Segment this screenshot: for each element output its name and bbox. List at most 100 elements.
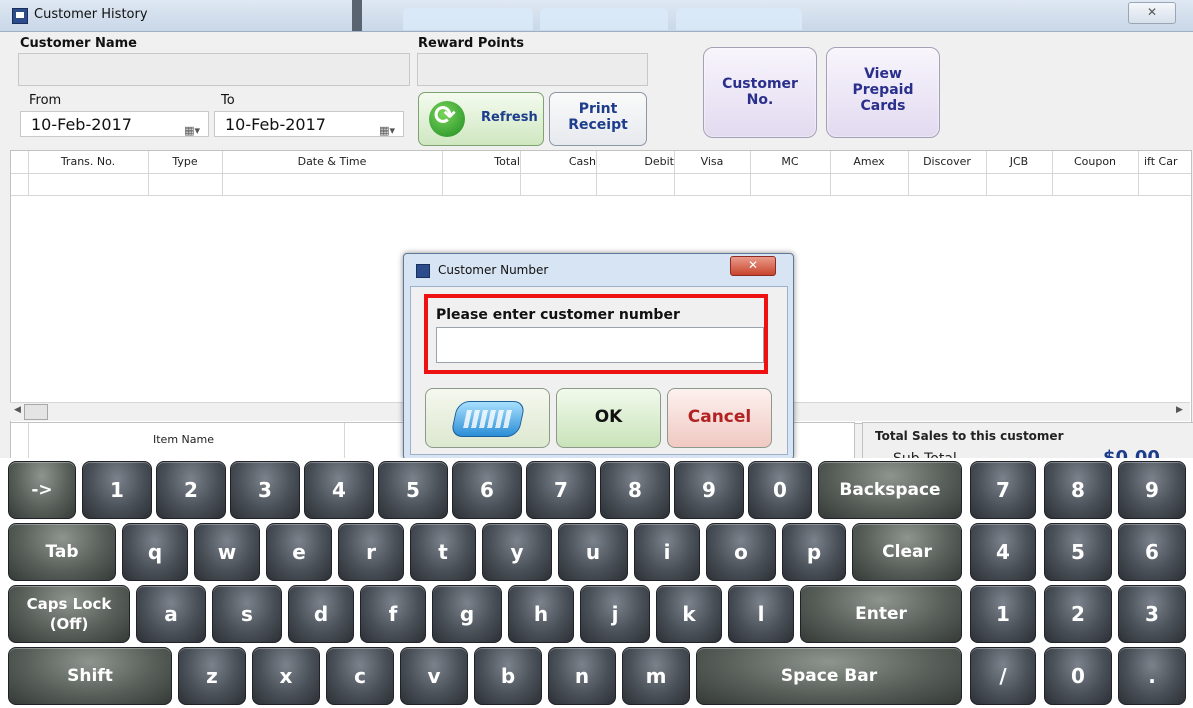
keyboard-icon <box>450 401 526 437</box>
reward-points-label: Reward Points <box>418 36 524 51</box>
ok-button[interactable]: OK <box>556 388 661 448</box>
column-header[interactable]: Debit <box>596 155 674 168</box>
numpad-7[interactable]: 7 <box>970 461 1036 519</box>
key-u[interactable]: u <box>558 523 628 581</box>
key-g[interactable]: g <box>432 585 502 643</box>
dialog-body: Please enter customer number OK Cancel <box>410 286 788 455</box>
column-header[interactable]: Amex <box>830 155 908 168</box>
key-k[interactable]: k <box>656 585 722 643</box>
numpad-0[interactable]: 0 <box>1044 647 1112 705</box>
key-q[interactable]: q <box>122 523 188 581</box>
calendar-dropdown-icon[interactable]: ▦▾ <box>379 118 395 144</box>
column-header[interactable]: Trans. No. <box>28 155 148 168</box>
column-header[interactable]: Total <box>442 155 520 168</box>
key-r[interactable]: r <box>338 523 404 581</box>
key-4[interactable]: 4 <box>304 461 374 519</box>
key-e[interactable]: e <box>266 523 332 581</box>
key-enter[interactable]: Enter <box>800 585 962 643</box>
key-backspace[interactable]: Backspace <box>818 461 962 519</box>
print-receipt-button[interactable]: Print Receipt <box>549 92 647 146</box>
reward-points-field[interactable] <box>417 53 648 86</box>
key-tab[interactable]: Tab <box>8 523 116 581</box>
numpad-period[interactable]: . <box>1118 647 1186 705</box>
app-icon <box>12 8 28 24</box>
key-f[interactable]: f <box>360 585 426 643</box>
refresh-button[interactable]: Refresh <box>418 92 544 146</box>
table-row[interactable] <box>11 173 1191 196</box>
key-space-bar[interactable]: Space Bar <box>696 647 962 705</box>
key-w[interactable]: w <box>194 523 260 581</box>
customer-name-label: Customer Name <box>20 36 137 51</box>
key-i[interactable]: i <box>634 523 700 581</box>
numpad-2[interactable]: 2 <box>1044 585 1112 643</box>
key-clear[interactable]: Clear <box>852 523 962 581</box>
view-prepaid-cards-button[interactable]: View Prepaid Cards <box>826 47 940 138</box>
customer-number-input[interactable] <box>436 327 764 363</box>
dialog-close-button[interactable]: ✕ <box>730 256 776 276</box>
key-s[interactable]: s <box>212 585 282 643</box>
key-a[interactable]: a <box>136 585 206 643</box>
numpad-8[interactable]: 8 <box>1044 461 1112 519</box>
column-header[interactable]: Type <box>148 155 222 168</box>
numpad-5[interactable]: 5 <box>1044 523 1112 581</box>
column-header[interactable]: Date & Time <box>222 155 442 168</box>
key-caps-lock[interactable]: Caps Lock (Off) <box>8 585 130 643</box>
key-5[interactable]: 5 <box>378 461 448 519</box>
window-close-button[interactable]: ✕ <box>1128 2 1176 24</box>
key-n[interactable]: n <box>548 647 616 705</box>
key-t[interactable]: t <box>410 523 476 581</box>
key-j[interactable]: j <box>580 585 650 643</box>
column-header[interactable]: Discover <box>908 155 986 168</box>
key-shift[interactable]: Shift <box>8 647 172 705</box>
column-header[interactable]: MC <box>750 155 830 168</box>
key-6[interactable]: 6 <box>452 461 522 519</box>
key-c[interactable]: c <box>326 647 394 705</box>
key-2[interactable]: 2 <box>156 461 226 519</box>
customer-name-field[interactable] <box>18 53 410 86</box>
key-m[interactable]: m <box>622 647 690 705</box>
column-header[interactable]: Cash <box>520 155 596 168</box>
key-x[interactable]: x <box>252 647 320 705</box>
key-y[interactable]: y <box>482 523 552 581</box>
from-date-picker[interactable]: 10-Feb-2017 ▦▾ <box>20 111 209 137</box>
column-header[interactable]: Item Name <box>153 433 214 446</box>
taskbar-tab <box>676 8 802 30</box>
column-header[interactable]: Visa <box>674 155 750 168</box>
numpad-9[interactable]: 9 <box>1118 461 1186 519</box>
refresh-label: Refresh <box>481 110 538 125</box>
numpad-3[interactable]: 3 <box>1118 585 1186 643</box>
to-date-picker[interactable]: 10-Feb-2017 ▦▾ <box>214 111 404 137</box>
key-l[interactable]: l <box>728 585 794 643</box>
window-title: Customer History <box>34 7 148 22</box>
column-header[interactable]: Coupon <box>1052 155 1138 168</box>
scroll-thumb[interactable] <box>24 404 48 420</box>
key-b[interactable]: b <box>474 647 542 705</box>
key-arrow[interactable]: -> <box>8 461 76 519</box>
scroll-left-icon[interactable]: ◀ <box>14 405 21 415</box>
print-receipt-label: Receipt <box>568 117 628 133</box>
numpad-slash[interactable]: / <box>970 647 1036 705</box>
dialog-title-bar: Customer Number ✕ <box>404 254 793 284</box>
calendar-dropdown-icon[interactable]: ▦▾ <box>184 118 200 144</box>
column-header[interactable]: JCB <box>986 155 1052 168</box>
numpad-4[interactable]: 4 <box>970 523 1036 581</box>
key-1[interactable]: 1 <box>82 461 152 519</box>
key-o[interactable]: o <box>706 523 776 581</box>
key-9[interactable]: 9 <box>674 461 744 519</box>
key-p[interactable]: p <box>782 523 846 581</box>
key-0[interactable]: 0 <box>748 461 812 519</box>
key-h[interactable]: h <box>508 585 574 643</box>
keyboard-button[interactable] <box>425 388 550 448</box>
column-header[interactable]: ift Car <box>1138 155 1193 168</box>
key-8[interactable]: 8 <box>600 461 670 519</box>
customer-no-button[interactable]: Customer No. <box>703 47 817 138</box>
key-3[interactable]: 3 <box>230 461 300 519</box>
numpad-6[interactable]: 6 <box>1118 523 1186 581</box>
scroll-right-icon[interactable]: ▶ <box>1176 405 1183 415</box>
cancel-button[interactable]: Cancel <box>667 388 772 448</box>
key-z[interactable]: z <box>178 647 246 705</box>
key-7[interactable]: 7 <box>526 461 596 519</box>
numpad-1[interactable]: 1 <box>970 585 1036 643</box>
key-d[interactable]: d <box>288 585 354 643</box>
key-v[interactable]: v <box>400 647 468 705</box>
